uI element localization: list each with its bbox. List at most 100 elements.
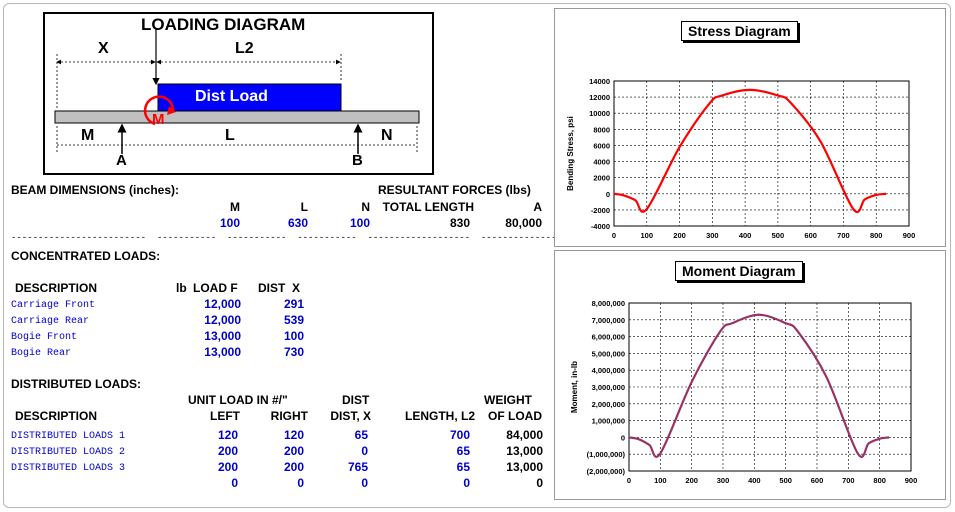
dist-length[interactable]: 0	[420, 476, 470, 490]
y-tick-label: 14000	[589, 77, 610, 86]
dist-desc[interactable]: DISTRIBUTED LOADS 3	[11, 463, 125, 474]
dist-right[interactable]: 120	[262, 428, 304, 442]
conc-load[interactable]: 13,000	[186, 345, 241, 359]
dist-right[interactable]: 200	[262, 444, 304, 458]
x-tick-label: 300	[706, 231, 719, 240]
moment-chart-title: Moment Diagram	[675, 261, 803, 281]
label-x: X	[98, 40, 109, 57]
label-l2: L2	[235, 40, 254, 57]
beam-m-value[interactable]: 100	[200, 216, 240, 230]
dist-left[interactable]: 200	[200, 460, 238, 474]
x-tick-label: 0	[612, 231, 616, 240]
dist-col-unit-load: UNIT LOAD IN #/"	[188, 393, 288, 407]
distributed-loads-heading: DISTRIBUTED LOADS:	[11, 377, 141, 391]
col-total-length-header: TOTAL LENGTH	[382, 200, 474, 214]
stress-chart[interactable]: 0 100 200 300 400 500 600 700 800 900 -4000 -2000 0 2…	[554, 8, 946, 247]
y-tick-label: 12000	[589, 93, 610, 102]
plot-area: 0 100 200 300 400 500 600 700 800 900 -4000 -2000 0 2…	[566, 77, 915, 240]
y-tick-label: -2000	[591, 206, 610, 215]
dist-col-dist: DIST	[342, 393, 370, 407]
dist-col-right: RIGHT	[270, 409, 308, 423]
y-tick-label: 6000	[593, 141, 610, 150]
y-tick-label: 3,000,000	[592, 383, 625, 392]
y-tick-label: 8000	[593, 125, 610, 134]
dist-right[interactable]: 200	[262, 460, 304, 474]
conc-dist[interactable]: 539	[264, 313, 304, 327]
conc-load[interactable]: 12,000	[186, 297, 241, 311]
resultant-forces-heading: RESULTANT FORCES (lbs)	[378, 183, 531, 197]
beam-n-value[interactable]: 100	[330, 216, 370, 230]
y-tick-label: 0	[606, 190, 610, 199]
conc-desc[interactable]: Bogie Front	[11, 332, 77, 343]
x-tick-label: 200	[673, 231, 686, 240]
x-tick-label: 0	[627, 476, 631, 485]
y-tick-label: (2,000,000)	[587, 467, 626, 476]
dist-desc[interactable]: DISTRIBUTED LOADS 1	[11, 431, 125, 442]
resultant-a-value: 80,000	[505, 216, 542, 230]
conc-dist[interactable]: 730	[264, 345, 304, 359]
y-tick-label: (1,000,000)	[587, 450, 626, 459]
dist-col-description: DESCRIPTION	[15, 409, 98, 423]
label-l: L	[225, 127, 235, 144]
dist-col-length-l2: LENGTH, L2	[404, 409, 475, 423]
conc-dist[interactable]: 291	[264, 297, 304, 311]
dist-left[interactable]: 0	[200, 476, 238, 490]
dist-right[interactable]: 0	[262, 476, 304, 490]
y-tick-label: 2000	[593, 174, 610, 183]
dist-weight: 13,000	[506, 444, 543, 458]
stress-chart-title: Stress Diagram	[681, 21, 798, 41]
stress-chart-svg: 0 100 200 300 400 500 600 700 800 900 -4000 -2000 0 2…	[566, 77, 915, 240]
dist-desc[interactable]: DISTRIBUTED LOADS 2	[11, 447, 125, 458]
moment-label: M	[152, 111, 165, 128]
plot-area: 0 100 200 300 400 500 600 700 800 900 (2,000,000) (…	[570, 299, 917, 485]
y-tick-label: 0	[621, 433, 625, 442]
plot-frame	[613, 80, 910, 227]
dist-x[interactable]: 0	[328, 444, 368, 458]
x-tick-label: 200	[685, 476, 698, 485]
y-axis-label: Bending Stress, psi	[566, 116, 575, 191]
conc-desc[interactable]: Bogie Rear	[11, 348, 71, 359]
x-tick-label: 800	[873, 476, 886, 485]
y-tick-label: 2,000,000	[592, 400, 625, 409]
x-tick-label: 300	[717, 476, 730, 485]
y-tick-label: 4,000,000	[592, 366, 625, 375]
y-tick-label: 1,000,000	[592, 417, 625, 426]
label-m: M	[81, 127, 95, 144]
moment-chart[interactable]: 0 100 200 300 400 500 600 700 800 900 (2,000,000) (…	[554, 250, 946, 500]
dist-left[interactable]: 200	[200, 444, 238, 458]
dist-x[interactable]: 0	[328, 476, 368, 490]
x-tick-label: 900	[903, 231, 916, 240]
conc-desc[interactable]: Carriage Front	[11, 300, 95, 311]
dist-x[interactable]: 765	[328, 460, 368, 474]
x-tick-label: 500	[779, 476, 792, 485]
conc-load[interactable]: 13,000	[186, 329, 241, 343]
dist-col-of-load: OF LOAD	[488, 409, 542, 423]
y-tick-label: 5,000,000	[592, 349, 625, 358]
x-tick-label: 100	[654, 476, 667, 485]
x-tick-label: 400	[748, 476, 761, 485]
dist-left[interactable]: 120	[200, 428, 238, 442]
dist-weight: 0	[536, 476, 543, 490]
y-tick-label: 10000	[589, 109, 610, 118]
dist-length[interactable]: 65	[420, 444, 470, 458]
diagram-title: LOADING DIAGRAM	[141, 15, 306, 34]
col-m-header: M	[230, 200, 240, 214]
col-l-header: L	[300, 200, 308, 214]
conc-col-lb: lb	[176, 281, 187, 295]
dist-col-weight: WEIGHT	[484, 393, 532, 407]
label-a: A	[116, 152, 127, 169]
dist-x[interactable]: 65	[328, 428, 368, 442]
conc-dist[interactable]: 100	[264, 329, 304, 343]
label-b: B	[352, 152, 363, 169]
conc-load[interactable]: 12,000	[186, 313, 241, 327]
x-tick-label: 400	[739, 231, 752, 240]
dist-length[interactable]: 65	[420, 460, 470, 474]
x-tick-label: 600	[804, 231, 817, 240]
conc-desc[interactable]: Carriage Rear	[11, 316, 89, 327]
loading-diagram: LOADING DIAGRAM X L2 Dist Load M M L N A…	[43, 12, 434, 175]
beam-l-value[interactable]: 630	[268, 216, 308, 230]
col-a-header: A	[533, 200, 542, 214]
col-n-header: N	[361, 200, 370, 214]
dist-length[interactable]: 700	[420, 428, 470, 442]
dist-weight: 84,000	[506, 428, 543, 442]
